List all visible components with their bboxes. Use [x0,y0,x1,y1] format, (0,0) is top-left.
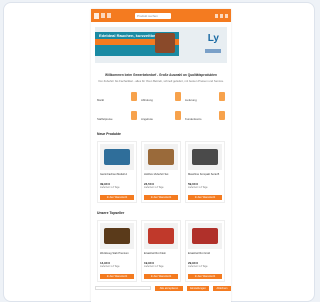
feature-item[interactable]: Markt [97,92,137,105]
site-header: Produkt suchen [91,9,231,22]
reject-cookies-button[interactable]: Ablehnen [213,286,231,291]
product-image[interactable] [144,144,178,170]
product-grid: Gerät Fachset Modell A 39,90 € Lieferzei… [97,141,225,203]
add-to-cart-button[interactable]: In den Warenkorb [100,274,134,279]
cookie-bar: Alle akzeptieren Einstellungen Ablehnen [0,286,318,292]
product-stock: Lieferzeit 1-3 Tage [188,186,208,189]
feature-item[interactable]: Lieferung [185,92,225,105]
feature-grid: Markt Abholung Lieferung Staffelpreise A… [97,92,225,124]
feature-icon [175,111,181,120]
feature-label: Lieferung [185,99,197,102]
intro-heading: Willkommen beim Gewerbebedarf - Große Au… [105,73,217,77]
wishlist-icon[interactable] [220,13,223,18]
product-name[interactable]: Maschine Kompakt Serie B [188,173,222,179]
product-card[interactable]: Maschine Kompakt Serie B 59,00 € Lieferz… [185,141,225,203]
product-stock: Lieferzeit 1-3 Tage [188,265,208,268]
site-logo[interactable] [94,12,99,19]
product-image[interactable] [188,144,222,170]
section-title: Neue Produkte [97,132,121,136]
intro-text: Von Zubehör bis Fachartikel - alles für … [98,80,224,83]
product-stock: Lieferzeit 1-3 Tage [144,186,164,189]
product-image[interactable] [100,144,134,170]
feature-item[interactable]: Abholung [141,92,181,105]
product-name[interactable]: Werkzeug Stab Premium [100,252,134,258]
product-stock: Lieferzeit 1-3 Tage [100,265,120,268]
add-to-cart-button[interactable]: In den Warenkorb [144,195,178,200]
feature-label: Angebote [141,118,153,121]
section-title: Unsere Topseller [97,211,125,215]
product-card[interactable]: Ersatzteil Rot Klein 19,90 € Lieferzeit … [141,220,181,282]
product-stock: Lieferzeit 1-3 Tage [144,265,164,268]
feature-label: Abholung [141,99,153,102]
product-card[interactable]: Ersatzteil Rot Groß 29,90 € Lieferzeit 1… [185,220,225,282]
feature-icon [131,92,137,101]
cookie-settings-button[interactable]: Einstellungen [187,286,209,291]
accept-cookies-button[interactable]: Alle akzeptieren [155,286,183,291]
product-card[interactable]: Holzbox Zubehör Set 24,50 € Lieferzeit 1… [141,141,181,203]
product-grid: Werkzeug Stab Premium 14,90 € Lieferzeit… [97,220,225,282]
add-to-cart-button[interactable]: In den Warenkorb [188,274,222,279]
product-name[interactable]: Ersatzteil Rot Groß [188,252,222,258]
product-name[interactable]: Gerät Fachset Modell A [100,173,134,179]
feature-item[interactable]: Kundenkonto [185,111,225,124]
banner-product-image [155,33,175,53]
brand-tagline [205,49,221,53]
product-stock: Lieferzeit 1-3 Tage [100,186,120,189]
product-name[interactable]: Holzbox Zubehör Set [144,173,178,179]
account-icon[interactable] [215,13,218,18]
product-card[interactable]: Werkzeug Stab Premium 14,90 € Lieferzeit… [97,220,137,282]
feature-icon [219,111,225,120]
search-input[interactable]: Produkt suchen [135,12,171,19]
feature-icon [131,111,137,120]
product-image[interactable] [144,223,178,249]
cart-icon[interactable] [225,13,228,18]
brand-logo: Ly [207,33,219,44]
cookie-text [95,286,151,290]
product-image[interactable] [188,223,222,249]
product-name[interactable]: Ersatzteil Rot Klein [144,252,178,258]
add-to-cart-button[interactable]: In den Warenkorb [188,195,222,200]
feature-icon [175,92,181,101]
feature-item[interactable]: Staffelpreise [97,111,137,124]
home-icon[interactable] [107,13,111,18]
product-image[interactable] [100,223,134,249]
menu-icon[interactable] [101,13,105,18]
feature-label: Kundenkonto [185,118,202,121]
hero-banner[interactable]: Edeldeal Rauchen, kurzzeitbefristet Ly [95,27,227,63]
feature-item[interactable]: Angebote [141,111,181,124]
add-to-cart-button[interactable]: In den Warenkorb [144,274,178,279]
feature-label: Markt [97,99,104,102]
intro-section: Willkommen beim Gewerbebedarf - Große Au… [97,73,225,87]
product-card[interactable]: Gerät Fachset Modell A 39,90 € Lieferzei… [97,141,137,203]
feature-label: Staffelpreise [97,118,113,121]
feature-icon [219,92,225,101]
webpage-preview[interactable]: Produkt suchen Edeldeal Rauchen, kurzzei… [91,9,231,302]
add-to-cart-button[interactable]: In den Warenkorb [100,195,134,200]
